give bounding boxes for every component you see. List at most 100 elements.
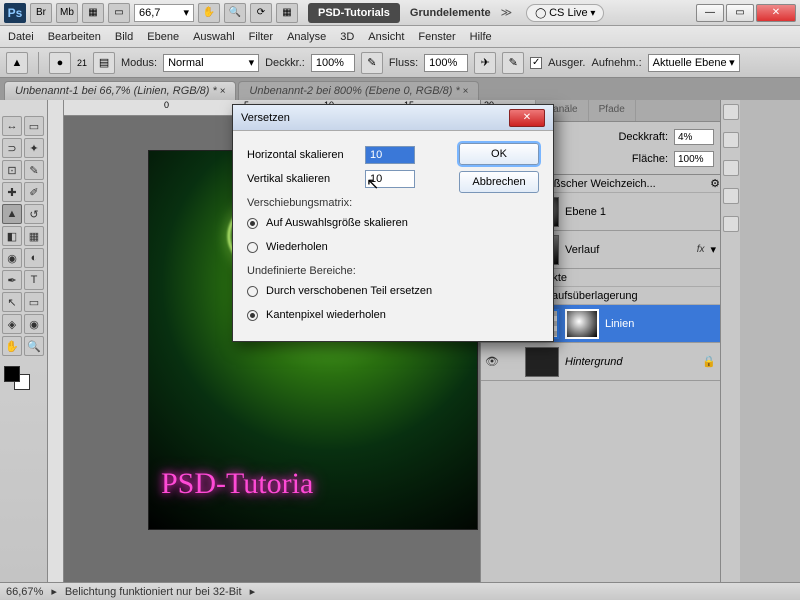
- pen-tool[interactable]: ✒: [2, 270, 22, 290]
- menu-ebene[interactable]: Ebene: [147, 31, 179, 43]
- close-button[interactable]: ✕: [756, 4, 796, 22]
- menu-fenster[interactable]: Fenster: [418, 31, 455, 43]
- color-swatches[interactable]: [2, 366, 32, 390]
- lock-icon: 🔒: [702, 355, 716, 368]
- dodge-tool[interactable]: ◐: [24, 248, 44, 268]
- ausger-checkbox[interactable]: [530, 57, 542, 69]
- dialog-close-button[interactable]: ✕: [509, 109, 545, 127]
- maximize-button[interactable]: ▭: [726, 4, 754, 22]
- bridge-icon[interactable]: Br: [30, 3, 52, 23]
- lasso-tool[interactable]: ⊃: [2, 138, 22, 158]
- modus-dropdown[interactable]: Normal▾: [163, 54, 259, 72]
- radio-verschobenen[interactable]: [247, 286, 258, 297]
- hand-icon[interactable]: ✋: [198, 3, 220, 23]
- menu-3d[interactable]: 3D: [340, 31, 354, 43]
- shape-tool[interactable]: ▭: [24, 292, 44, 312]
- doc-tab-1[interactable]: Unbenannt-1 bei 66,7% (Linien, RGB/8) * …: [4, 81, 236, 100]
- flaeche-label: Fläche:: [632, 153, 668, 165]
- radio-wiederholen[interactable]: [247, 242, 258, 253]
- layer-thumbnail[interactable]: [525, 347, 559, 377]
- panel-icon-3[interactable]: [723, 160, 739, 176]
- options-bar: ▲ ● 21 ▤ Modus: Normal▾ Deckkr.: 100% ✎ …: [0, 48, 800, 78]
- 3d-tool[interactable]: ◈: [2, 314, 22, 334]
- zoom-display[interactable]: 66,7▾: [134, 4, 194, 22]
- minimize-button[interactable]: —: [696, 4, 724, 22]
- menu-bild[interactable]: Bild: [115, 31, 133, 43]
- 3d-camera-tool[interactable]: ◉: [24, 314, 44, 334]
- tab-pfade[interactable]: Pfade: [589, 100, 636, 121]
- ausger-label: Ausger.: [548, 57, 585, 69]
- fluss-input[interactable]: 100%: [424, 54, 468, 72]
- panel-icon-5[interactable]: [723, 216, 739, 232]
- minibridge-icon[interactable]: Mb: [56, 3, 78, 23]
- menu-hilfe[interactable]: Hilfe: [470, 31, 492, 43]
- wand-tool[interactable]: ✦: [24, 138, 44, 158]
- panel-icon-4[interactable]: [723, 188, 739, 204]
- cs-live-button[interactable]: ◯ CS Live ▾: [526, 4, 604, 22]
- pressure-size-icon[interactable]: ✎: [502, 52, 524, 74]
- ok-button[interactable]: OK: [459, 143, 539, 165]
- document-tabs: Unbenannt-1 bei 66,7% (Linien, RGB/8) * …: [0, 78, 800, 100]
- vertical-input[interactable]: [365, 170, 415, 188]
- horizontal-input[interactable]: [365, 146, 415, 164]
- marquee-tool[interactable]: ▭: [24, 116, 44, 136]
- app-logo: Ps: [4, 3, 26, 23]
- stamp-tool[interactable]: ▲: [2, 204, 22, 224]
- history-brush-tool[interactable]: ↺: [24, 204, 44, 224]
- eyedropper-tool[interactable]: ✎: [24, 160, 44, 180]
- extra-icon[interactable]: ▦: [276, 3, 298, 23]
- rotate-icon[interactable]: ⟳: [250, 3, 272, 23]
- aufnehm-dropdown[interactable]: Aktuelle Ebene▾: [648, 54, 740, 72]
- deckkraft-panel-input[interactable]: 4%: [674, 129, 714, 145]
- blur-tool[interactable]: ◉: [2, 248, 22, 268]
- pressure-opacity-icon[interactable]: ✎: [361, 52, 383, 74]
- menu-ansicht[interactable]: Ansicht: [368, 31, 404, 43]
- layer-hintergrund[interactable]: 👁 Hintergrund 🔒: [481, 343, 720, 381]
- layer-mask-thumbnail[interactable]: [565, 309, 599, 339]
- undef-group-label: Undefinierte Bereiche:: [247, 265, 449, 277]
- move-tool[interactable]: ↔: [2, 116, 22, 136]
- brush-preset-icon[interactable]: ●: [49, 52, 71, 74]
- foreground-color[interactable]: [4, 366, 20, 382]
- menu-filter[interactable]: Filter: [249, 31, 273, 43]
- menu-bearbeiten[interactable]: Bearbeiten: [48, 31, 101, 43]
- type-tool[interactable]: T: [24, 270, 44, 290]
- stamp-tool-icon[interactable]: ▲: [6, 52, 28, 74]
- gradient-tool[interactable]: ▦: [24, 226, 44, 246]
- menu-datei[interactable]: Datei: [8, 31, 34, 43]
- crop-tool[interactable]: ⊡: [2, 160, 22, 180]
- radio-auswahl-skalieren[interactable]: [247, 218, 258, 229]
- screenmode-icon[interactable]: ▭: [108, 3, 130, 23]
- status-zoom[interactable]: 66,67%: [6, 586, 43, 598]
- menu-analyse[interactable]: Analyse: [287, 31, 326, 43]
- cancel-button[interactable]: Abbrechen: [459, 171, 539, 193]
- airbrush-icon[interactable]: ✈: [474, 52, 496, 74]
- heal-tool[interactable]: ✚: [2, 182, 22, 202]
- brush-tool[interactable]: ✐: [24, 182, 44, 202]
- doc-tab-2[interactable]: Unbenannt-2 bei 800% (Ebene 0, RGB/8) * …: [238, 81, 479, 100]
- layer-name[interactable]: Hintergrund: [565, 356, 622, 368]
- deckkraft-input[interactable]: 100%: [311, 54, 355, 72]
- panel-icon-1[interactable]: [723, 104, 739, 120]
- panel-icon-2[interactable]: [723, 132, 739, 148]
- zoom-icon[interactable]: 🔍: [224, 3, 246, 23]
- flaeche-input[interactable]: 100%: [674, 151, 714, 167]
- fx-icon[interactable]: fx: [697, 244, 705, 255]
- workspace-subtitle[interactable]: Grundelemente: [410, 7, 491, 19]
- chevrons-icon[interactable]: ≫: [501, 6, 513, 19]
- layer-name[interactable]: Verlauf: [565, 244, 599, 256]
- brush-panel-icon[interactable]: ▤: [93, 52, 115, 74]
- layer-name[interactable]: Ebene 1: [565, 206, 606, 218]
- eraser-tool[interactable]: ◧: [2, 226, 22, 246]
- menu-auswahl[interactable]: Auswahl: [193, 31, 235, 43]
- dialog-titlebar[interactable]: Versetzen ✕: [233, 105, 553, 131]
- hand-tool[interactable]: ✋: [2, 336, 22, 356]
- workspace-title[interactable]: PSD-Tutorials: [308, 3, 400, 23]
- visibility-icon[interactable]: 👁: [485, 355, 499, 369]
- arrange-icon[interactable]: ▦: [82, 3, 104, 23]
- radio-kantenpixel[interactable]: [247, 310, 258, 321]
- zoom-tool[interactable]: 🔍: [24, 336, 44, 356]
- title-bar: Ps Br Mb ▦ ▭ 66,7▾ ✋ 🔍 ⟳ ▦ PSD-Tutorials…: [0, 0, 800, 26]
- layer-name[interactable]: Linien: [605, 318, 634, 330]
- path-tool[interactable]: ↖: [2, 292, 22, 312]
